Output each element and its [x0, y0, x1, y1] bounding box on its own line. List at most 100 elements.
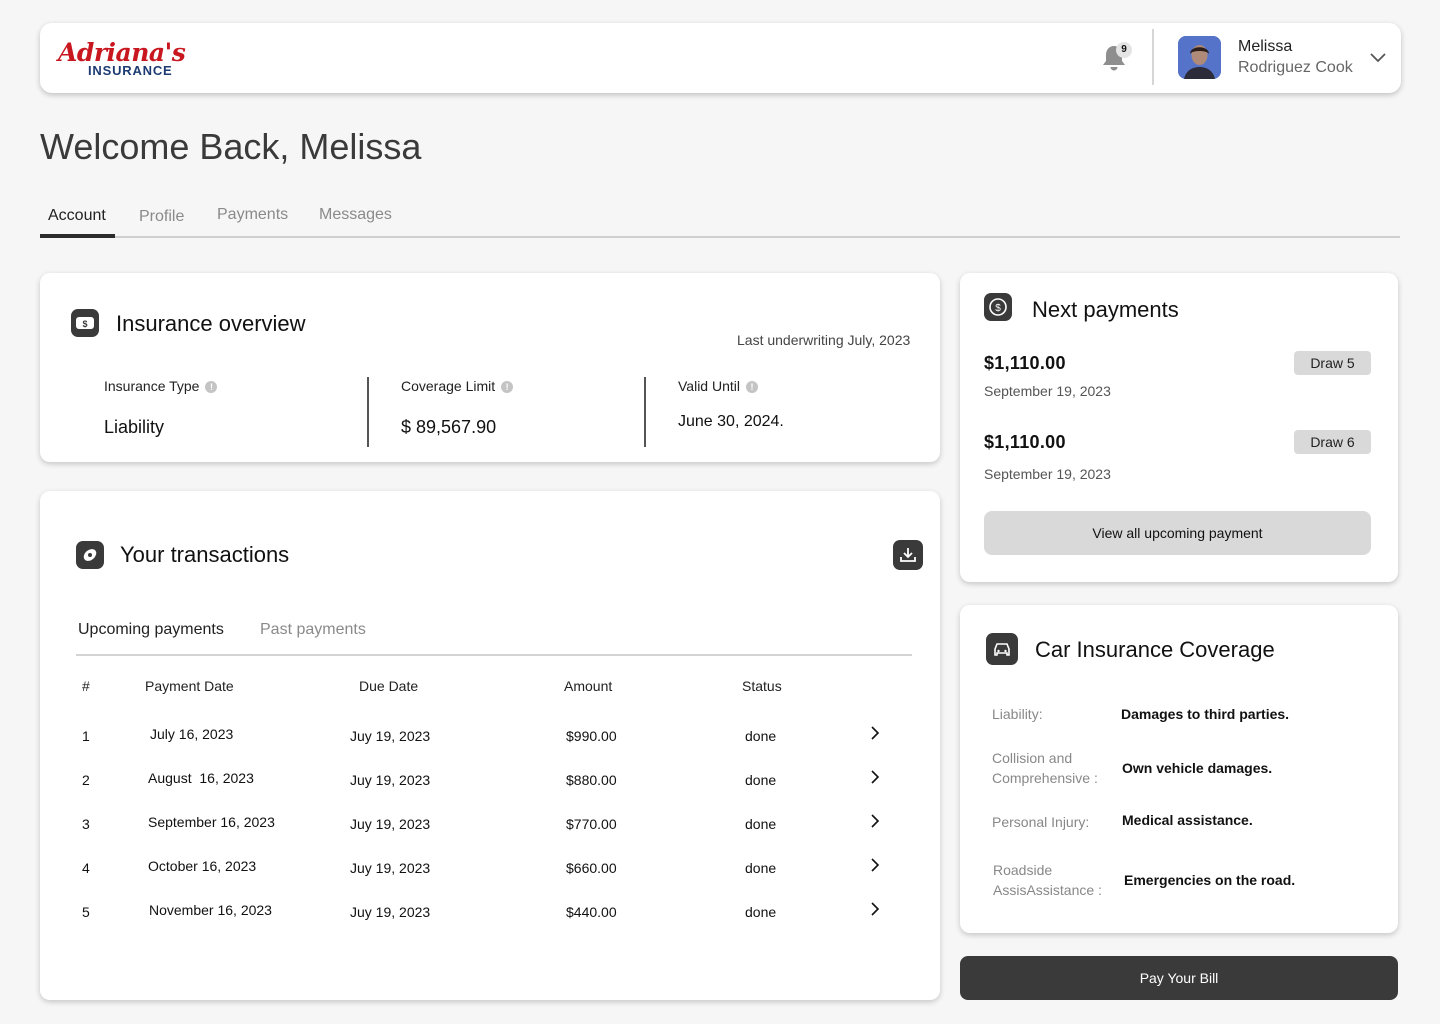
due-date: Juy 19, 2023 — [350, 904, 431, 920]
valid-until-value: June 30, 2024. — [678, 413, 784, 430]
payment-date: October 16, 2023 — [148, 858, 257, 874]
info-icon[interactable]: ! — [205, 381, 218, 393]
svg-text:$: $ — [82, 319, 87, 329]
due-date: Juy 19, 2023 — [350, 728, 431, 744]
payment-date: September 19, 2023 — [984, 383, 1111, 399]
next-payments-card: $ Next payments $1,110.00 September 19, … — [960, 273, 1398, 582]
coverage-limit-value: $ 89,567.90 — [401, 417, 497, 437]
status: done — [745, 772, 777, 788]
status: done — [745, 904, 777, 920]
last-underwriting: Last underwriting July, 2023 — [737, 332, 911, 348]
overview-title: Insurance overview — [116, 311, 306, 336]
row-number: 1 — [82, 728, 90, 744]
transactions-card: Your transactions Upcoming payments Past… — [40, 491, 940, 1000]
subtab-upcoming[interactable]: Upcoming payments — [78, 621, 224, 639]
insurance-type-value: Liability — [104, 417, 165, 437]
column-header: Due Date — [359, 678, 419, 694]
due-date: Juy 19, 2023 — [350, 860, 431, 876]
tab-messages[interactable]: Messages — [319, 206, 392, 224]
coverage-label: Roadside AssisAssistance : — [993, 862, 1102, 898]
payment-amount: $1,110.00 — [984, 353, 1066, 373]
row-number: 4 — [82, 860, 90, 876]
notifications-button[interactable]: 9 — [1100, 42, 1132, 75]
logo-sub-text: INSURANCE — [88, 63, 173, 78]
user-menu-toggle[interactable] — [1368, 47, 1388, 67]
payment-date: September 16, 2023 — [148, 814, 275, 830]
subtabs-divider — [76, 654, 912, 656]
row-number: 2 — [82, 772, 90, 788]
chevron-right-icon[interactable] — [869, 770, 881, 784]
draw-badge: Draw 6 — [1294, 430, 1371, 454]
overview-divider — [367, 377, 369, 447]
view-all-upcoming-button[interactable]: View all upcoming payment — [984, 511, 1371, 555]
due-date: Juy 19, 2023 — [350, 816, 431, 832]
header-divider — [1152, 29, 1154, 85]
tabs-baseline — [40, 236, 1400, 238]
download-icon — [900, 548, 916, 562]
coverage-label: Liability: — [992, 706, 1043, 722]
svg-text:$: $ — [995, 303, 1001, 314]
row-number: 5 — [82, 904, 90, 920]
payment-amount: $1,110.00 — [984, 432, 1066, 452]
column-header: Amount — [564, 678, 613, 694]
page-title: Welcome Back, Melissa — [40, 126, 422, 167]
coverage-limit-label: Coverage Limit! — [401, 378, 514, 396]
chevron-down-icon — [1370, 53, 1386, 63]
transactions-icon — [76, 541, 104, 569]
top-header: Adriana's INSURANCE 9 Melissa Rodriguez … — [40, 23, 1401, 93]
insurance-type-label: Insurance Type! — [104, 378, 218, 396]
amount: $880.00 — [566, 772, 617, 788]
transactions-title: Your transactions — [120, 542, 290, 567]
tab-profile[interactable]: Profile — [139, 208, 184, 226]
due-date: Juy 19, 2023 — [350, 772, 431, 788]
payment-date: September 19, 2023 — [984, 466, 1111, 482]
coverage-title: Car Insurance Coverage — [1035, 637, 1275, 662]
info-icon[interactable]: ! — [501, 381, 514, 393]
avatar[interactable] — [1178, 36, 1221, 79]
draw-badge: Draw 5 — [1294, 351, 1371, 375]
car-icon — [986, 633, 1018, 665]
tab-account[interactable]: Account — [48, 207, 106, 225]
download-button[interactable] — [893, 540, 923, 570]
column-header: Status — [742, 678, 782, 694]
valid-until-label: Valid Until! — [678, 378, 758, 396]
chevron-right-icon[interactable] — [869, 726, 881, 740]
payment-date: November 16, 2023 — [149, 902, 272, 918]
column-header: Payment Date — [145, 678, 234, 694]
active-tab-indicator — [40, 234, 115, 238]
subtab-past[interactable]: Past payments — [260, 621, 366, 639]
coverage-value: Own vehicle damages. — [1122, 760, 1273, 776]
status: done — [745, 816, 777, 832]
insurance-overview-card: $ Insurance overview Last underwriting J… — [40, 273, 940, 462]
coverage-value: Emergencies on the road. — [1124, 872, 1296, 888]
user-photo-icon — [1178, 36, 1221, 79]
amount: $660.00 — [566, 860, 617, 876]
status: done — [745, 728, 777, 744]
chevron-right-icon[interactable] — [869, 902, 881, 916]
coverage-label: Collision and Comprehensive : — [992, 750, 1098, 786]
car-coverage-card: Car Insurance Coverage Liability: Damage… — [960, 605, 1398, 933]
chevron-right-icon[interactable] — [869, 814, 881, 828]
coverage-value: Medical assistance. — [1122, 812, 1253, 828]
coverage-label: Personal Injury: — [992, 814, 1090, 830]
row-number: 3 — [82, 816, 90, 832]
user-last-name: Rodriguez Cook — [1238, 59, 1353, 76]
payment-date: August 16, 2023 — [148, 770, 254, 786]
next-payments-title: Next payments — [1032, 297, 1179, 322]
brand-logo[interactable]: Adriana's INSURANCE — [58, 39, 186, 79]
info-icon[interactable]: ! — [746, 381, 758, 393]
payment-date: July 16, 2023 — [150, 726, 234, 742]
coin-icon: $ — [984, 293, 1012, 321]
status: done — [745, 860, 777, 876]
amount: $990.00 — [566, 728, 617, 744]
overview-divider — [644, 377, 646, 447]
amount: $770.00 — [566, 816, 617, 832]
user-first-name: Melissa — [1238, 38, 1293, 55]
notification-badge: 9 — [1116, 42, 1132, 58]
amount: $440.00 — [566, 904, 617, 920]
tab-payments[interactable]: Payments — [217, 206, 288, 224]
pay-bill-button[interactable]: Pay Your Bill — [960, 956, 1398, 1000]
chevron-right-icon[interactable] — [869, 858, 881, 872]
coverage-value: Damages to third parties. — [1121, 706, 1290, 722]
column-header: # — [82, 678, 90, 694]
